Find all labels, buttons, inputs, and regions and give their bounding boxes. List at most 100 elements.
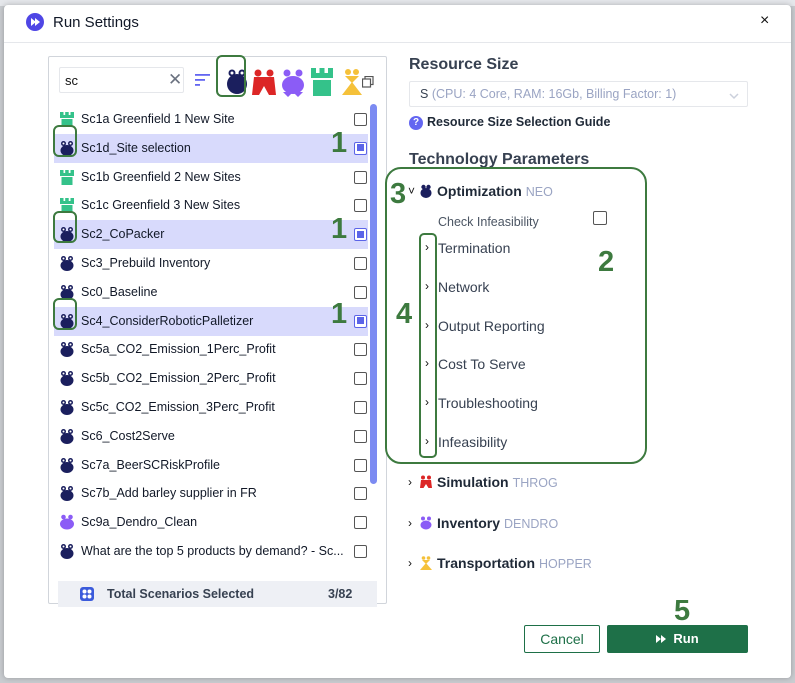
scenario-row[interactable]: Sc7a_BeerSCRiskProfile: [54, 451, 368, 480]
scenario-label: Sc1c Greenfield 3 New Sites: [81, 198, 241, 213]
scenario-checkbox[interactable]: [354, 228, 367, 242]
neo-icon: [59, 399, 75, 415]
scenario-checkbox[interactable]: [354, 401, 367, 414]
chevron-down-icon: [729, 88, 739, 106]
scenario-row[interactable]: Sc1c Greenfield 3 New Sites: [54, 191, 368, 220]
scenario-label: Sc5b_CO2_Emission_2Perc_Profit: [81, 371, 276, 386]
neo-icon: [59, 370, 75, 387]
scenario-label: Sc5a_CO2_Emission_1Perc_Profit: [81, 342, 276, 357]
throg-filter-icon[interactable]: [251, 68, 277, 103]
resource-size-guide-label: Resource Size Selection Guide: [427, 115, 611, 129]
scenario-row[interactable]: Sc6_Cost2Serve: [54, 422, 368, 451]
run-button[interactable]: Run: [607, 625, 748, 653]
resource-size-select[interactable]: S (CPU: 4 Core, RAM: 16Gb, Billing Facto…: [409, 81, 748, 107]
scenario-checkbox[interactable]: [354, 458, 367, 472]
simulation-tag: THROG: [512, 476, 558, 490]
scenario-label: Sc4_ConsiderRoboticPalletizer: [81, 313, 254, 328]
neo-icon: [59, 457, 75, 473]
dendro-icon: [59, 514, 75, 530]
chevron-right-icon: ›: [408, 556, 412, 570]
throg-icon: [420, 475, 432, 494]
scenario-row[interactable]: Sc5c_CO2_Emission_3Perc_Profit: [54, 393, 368, 422]
greenfield-filter-icon[interactable]: [310, 68, 334, 101]
annotation-number-1a: 1: [331, 127, 348, 159]
scenario-checkbox[interactable]: [354, 429, 367, 443]
scenario-checkbox[interactable]: [354, 314, 367, 328]
scenario-row[interactable]: Sc1d_Site selection: [54, 133, 368, 163]
resource-size-title: Resource Size: [409, 56, 519, 73]
scenario-checkbox[interactable]: [354, 257, 367, 270]
total-selected-bar: Total Scenarios Selected 3/82: [58, 581, 377, 607]
annotation-number-2: 2: [598, 246, 615, 278]
run-icon: [656, 634, 667, 643]
run-label: Run: [673, 630, 699, 646]
scenario-checkbox[interactable]: [354, 372, 367, 386]
scenario-checkbox[interactable]: [354, 516, 367, 530]
scenario-row[interactable]: Sc9a_Dendro_Clean: [54, 508, 368, 537]
search-field[interactable]: ✕: [59, 67, 184, 93]
scenario-row[interactable]: Sc4_ConsiderRoboticPalletizer: [54, 306, 368, 336]
hopper-filter-icon[interactable]: [341, 68, 363, 101]
scenario-label: Sc3_Prebuild Inventory: [81, 256, 211, 270]
scenario-row[interactable]: Sc5b_CO2_Emission_2Perc_Profit: [54, 364, 368, 393]
scenario-label: Sc1d_Site selection: [81, 140, 191, 155]
hopper-icon: [420, 556, 432, 575]
scenario-row[interactable]: Sc3_Prebuild Inventory: [54, 249, 368, 278]
chevron-right-icon: ›: [408, 516, 412, 530]
neo-icon: [59, 543, 75, 559]
copy-icon[interactable]: [361, 75, 374, 93]
scenario-checkbox[interactable]: [354, 170, 367, 184]
scenario-label: Sc9a_Dendro_Clean: [81, 515, 198, 530]
simulation-label: Simulation THROG: [437, 474, 558, 490]
scenario-checkbox[interactable]: [354, 545, 367, 558]
dendro-filter-icon[interactable]: [280, 68, 306, 103]
scenario-label: Sc5c_CO2_Emission_3Perc_Profit: [81, 400, 275, 414]
inventory-label: Inventory DENDRO: [437, 515, 559, 531]
scenario-label: What are the top 5 products by demand? -…: [81, 544, 344, 558]
help-icon: ?: [409, 116, 423, 130]
dialog-title: Run Settings: [53, 14, 139, 31]
annotation-number-4: 4: [396, 298, 413, 330]
annotation-box-row-2: [53, 211, 77, 243]
scrollbar-thumb[interactable]: [370, 104, 377, 484]
annotation-box-row-3: [53, 298, 77, 330]
dialog-header: Run Settings ×: [4, 5, 791, 43]
scenario-checkbox[interactable]: [354, 199, 367, 213]
scenario-label: Sc7a_BeerSCRiskProfile: [81, 457, 220, 472]
scenario-row[interactable]: Sc5a_CO2_Emission_1Perc_Profit: [54, 335, 368, 364]
scenario-label: Sc2_CoPacker: [81, 227, 165, 242]
scenario-label: Sc0_Baseline: [81, 284, 158, 299]
scenario-checkbox[interactable]: [354, 141, 367, 155]
annotation-box-neo-filter: [216, 55, 246, 97]
scenario-row[interactable]: Sc2_CoPacker: [54, 220, 368, 250]
search-input[interactable]: [65, 71, 163, 89]
cancel-button[interactable]: Cancel: [524, 625, 600, 653]
annotation-box-row-1: [53, 125, 77, 157]
neo-icon: [59, 485, 75, 502]
scrollbar[interactable]: [370, 102, 377, 572]
clear-search-icon[interactable]: ✕: [168, 70, 182, 90]
scenarios-icon: [80, 587, 94, 606]
neo-icon: [59, 341, 75, 358]
scenario-row[interactable]: Sc7b_Add barley supplier in FR: [54, 479, 368, 508]
annotation-box-chevrons: [419, 233, 437, 458]
neo-icon: [59, 255, 75, 271]
scenario-checkbox[interactable]: [354, 343, 367, 357]
total-selected-count: 3/82: [328, 587, 353, 601]
resource-size-value: S (CPU: 4 Core, RAM: 16Gb, Billing Facto…: [420, 87, 677, 101]
scenario-row[interactable]: What are the top 5 products by demand? -…: [54, 537, 368, 566]
filter-icon[interactable]: [195, 73, 211, 91]
annotation-number-1b: 1: [331, 213, 348, 245]
total-selected-label: Total Scenarios Selected: [107, 587, 255, 601]
annotation-number-3: 3: [390, 178, 407, 210]
scenario-row[interactable]: Sc1a Greenfield 1 New Site: [54, 105, 368, 134]
scenario-row[interactable]: Sc1b Greenfield 2 New Sites: [54, 163, 368, 192]
scenario-row[interactable]: Sc0_Baseline: [54, 278, 368, 307]
dendro-icon: [420, 516, 432, 535]
scenario-checkbox[interactable]: [354, 113, 367, 126]
annotation-number-1c: 1: [331, 298, 348, 330]
transportation-tag: HOPPER: [539, 557, 592, 571]
close-icon[interactable]: ×: [760, 12, 769, 30]
scenario-checkbox[interactable]: [354, 285, 367, 299]
scenario-checkbox[interactable]: [354, 487, 367, 501]
